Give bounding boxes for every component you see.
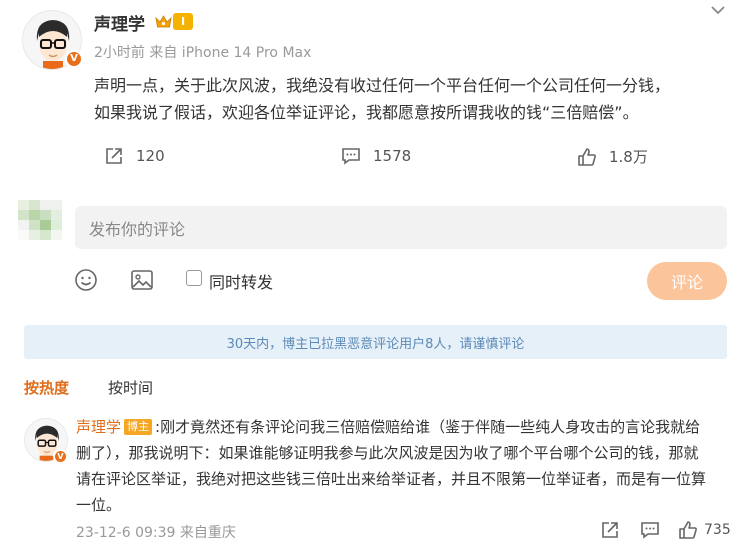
notice-text: 30天内，博主已拉黑恶意评论用户8人，请谨慎评论 <box>226 336 525 352</box>
image-icon[interactable] <box>130 268 154 292</box>
post-text-line: 声明一点，关于此次风波，我绝没有收过任何一个平台任何一个公司任何一分钱， <box>94 76 671 95</box>
like-button[interactable]: 1.8万 <box>577 146 648 167</box>
comment-icon <box>342 148 360 165</box>
tab-sort-by-time[interactable]: 按时间 <box>108 377 153 398</box>
like-icon[interactable] <box>678 520 698 540</box>
blocked-users-notice: 30天内，博主已拉黑恶意评论用户8人，请谨慎评论 <box>24 325 727 359</box>
crown-icon <box>155 15 172 28</box>
comment-line: 一位。 <box>76 496 122 514</box>
post-text: 声明一点，关于此次风波，我绝没有收过任何一个平台任何一个公司任何一分钱， 如果我… <box>94 72 734 126</box>
emoji-icon[interactable] <box>74 268 98 292</box>
comment-line: 删了），那我说明下：如果谁能够证明我参与此次风波是因为收了哪个平台哪个公司的钱，… <box>76 444 699 462</box>
comment-verified-badge: V <box>53 449 68 464</box>
comment-author-name[interactable]: 声理学 <box>76 418 121 436</box>
comment-input[interactable]: 发布你的评论 <box>75 206 727 249</box>
comment-line: 请在评论区举证，我绝对把这些钱三倍吐出来给举证者，并且不限第一位举证者，而是有一… <box>76 470 707 488</box>
repost-checkbox[interactable] <box>186 270 202 286</box>
blogger-badge: 博主 <box>124 419 153 435</box>
submit-comment-button[interactable]: 评论 <box>647 262 727 300</box>
comment-like-count: 735 <box>704 522 731 538</box>
author-name[interactable]: 声理学 <box>94 10 145 35</box>
post-meta: 2小时前 来自 iPhone 14 Pro Max <box>94 45 312 61</box>
repost-checkbox-label[interactable]: 同时转发 <box>209 269 273 293</box>
comment-button[interactable]: 1578 <box>341 146 411 166</box>
repost-button[interactable]: 120 <box>104 146 165 166</box>
comment-body: 声理学 博主:刚才竟然还有条评论问我三倍赔偿赔给谁（鉴于伴随一些纯人身攻击的言论我… <box>76 414 731 518</box>
comment-icon[interactable] <box>640 520 660 540</box>
post-text-line: 如果我说了假话，欢迎各位举证评论，我都愿意按所谓我收的钱“三倍赔偿”。 <box>94 103 639 122</box>
repost-count: 120 <box>136 147 165 165</box>
current-user-avatar <box>18 200 62 240</box>
comment-line: 声理学 博主:刚才竟然还有条评论问我三倍赔偿赔给谁（鉴于伴随一些纯人身攻击的言论我… <box>76 414 731 440</box>
comment-input-placeholder: 发布你的评论 <box>89 219 186 239</box>
comment-text: :刚才竟然还有条评论问我三倍赔偿赔给谁（鉴于伴随一些纯人身攻击的言论我就给 <box>155 418 701 436</box>
repost-icon <box>106 148 122 164</box>
level-badge: I <box>173 13 193 30</box>
verified-badge: V <box>65 50 83 68</box>
like-icon <box>578 147 596 166</box>
comment-meta: 23-12-6 09:39 来自重庆 <box>76 525 236 541</box>
share-icon[interactable] <box>600 520 620 540</box>
like-count: 1.8万 <box>609 148 648 166</box>
chevron-down-icon[interactable] <box>710 4 726 16</box>
tab-sort-by-hot[interactable]: 按热度 <box>24 377 69 398</box>
comment-count: 1578 <box>373 147 412 165</box>
